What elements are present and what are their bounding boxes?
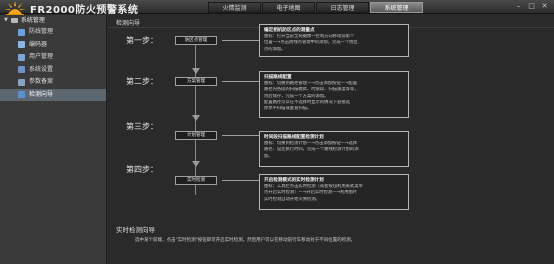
encoder-icon [18, 41, 25, 49]
users-icon [18, 53, 25, 61]
tab-system-management[interactable]: 系统管理 [370, 2, 423, 13]
step-1-box: 防区点管理 [175, 36, 217, 45]
step-4-description: 开启检测模式的实时检测计划 图标：工具栏点击实时检测（或者按钮利用表式菜单 点开… [259, 174, 409, 210]
main-nav: 火情监测 电子地图 日志管理 系统管理 [208, 2, 424, 13]
step-3-arrow-icon [192, 161, 200, 167]
step-4-label: 第四步： [126, 165, 158, 174]
wizard-icon [18, 91, 25, 99]
step-3-connector [222, 135, 259, 136]
realtime-section-title: 实时检测向导 [116, 226, 155, 234]
page-title: 检测向导 [116, 20, 141, 27]
step-4-box: 实时检测 [175, 176, 217, 185]
main-panel: 检测向导 第一步： 防区点管理 编定相机防区点的测量点 图标：打开当前全局摄像一… [108, 15, 554, 264]
step-4-desc-line: 实时检测自动开始火情检测。 [264, 196, 320, 202]
tab-log-management[interactable]: 日志管理 [316, 2, 369, 13]
sidebar-item-settings[interactable]: 系统设置 [0, 64, 106, 77]
sidebar-item-encoder[interactable]: 编码器 [0, 39, 106, 52]
step-2-box: 方案管理 [175, 77, 217, 86]
shield-icon [18, 28, 25, 36]
step-1-connector [222, 40, 259, 41]
sidebar-item-defense-line[interactable]: 防线管理 [0, 26, 106, 39]
archive-icon [18, 78, 25, 86]
close-button[interactable]: ✕ [539, 2, 550, 10]
step-2-desc-title: 扫描路线配置 [264, 75, 292, 80]
tab-electronic-map[interactable]: 电子地图 [262, 2, 315, 13]
step-1-arrow-icon [192, 68, 200, 74]
step-4-connector [222, 180, 259, 181]
sidebar: ▼ 系统管理 防线管理 编码器 用户管理 系统设置 参数备案 检测向导 [0, 15, 107, 264]
step-3-box: 计划管理 [175, 131, 217, 140]
sidebar-item-label: 参数备案 [29, 78, 54, 85]
step-1-desc-line: 点的添加。 [264, 46, 286, 52]
maximize-button[interactable]: □ [526, 2, 537, 10]
step-2-arrow-icon [192, 115, 200, 121]
step-2-desc-line: 择水平扫描或垂直扫描。 [264, 106, 312, 112]
sidebar-root[interactable]: ▼ 系统管理 [0, 15, 106, 26]
sidebar-item-users[interactable]: 用户管理 [0, 51, 106, 64]
step-1-label: 第一步： [126, 36, 158, 45]
collapse-triangle-icon[interactable]: ▼ [4, 15, 8, 26]
sidebar-item-label: 防线管理 [29, 28, 54, 35]
step-3-label: 第三步： [126, 122, 158, 131]
step-1-description: 编定相机防区点的测量点 图标：打开当前全局摄像一控制方向移动前第个 位置—→点击… [259, 24, 409, 57]
settings-icon [18, 66, 25, 74]
sidebar-item-label: 用户管理 [29, 53, 54, 60]
sidebar-item-label: 检测向导 [29, 90, 54, 98]
step-2-label: 第二步： [126, 77, 158, 86]
step-3-desc-line: 加。 [264, 153, 273, 159]
sidebar-item-label: 编码器 [29, 40, 48, 48]
step-2-description: 扫描路线配置 图标：切换到路径管理—→点击添加按钮—→配置 路径内各段的扫描模式… [259, 71, 409, 118]
app-title: FR2000防火预警系统 [30, 5, 139, 16]
sidebar-root-label: 系统管理 [20, 17, 45, 24]
step-1-desc-title: 编定相机防区点的测量点 [264, 28, 315, 33]
step-3-desc-title: 时间段扫描路线配置检测计划 [264, 135, 324, 140]
sidebar-item-detection-wizard[interactable]: 检测向导 [0, 88, 106, 101]
realtime-section-description: 选中某个前端，点击"实时检测"按钮即可开启实时检测，然后用户可以在移动前行车移动… [135, 238, 356, 243]
folder-icon [10, 18, 18, 23]
step-2-connector [222, 81, 259, 82]
step-3-description: 时间段扫描路线配置检测计划 图标：切换到检测计划—→点击添加按钮—→选择 路径、… [259, 131, 409, 167]
minimize-button[interactable]: – [513, 2, 524, 10]
sidebar-item-parameters[interactable]: 参数备案 [0, 76, 106, 89]
sidebar-item-label: 系统设置 [29, 65, 54, 73]
tab-fire-monitoring[interactable]: 火情监测 [208, 2, 261, 13]
step-4-desc-title: 开启检测模式的实时检测计划 [264, 178, 324, 183]
app-header: FR2000防火预警系统 火情监测 电子地图 日志管理 系统管理 – □ ✕ [0, 0, 554, 16]
